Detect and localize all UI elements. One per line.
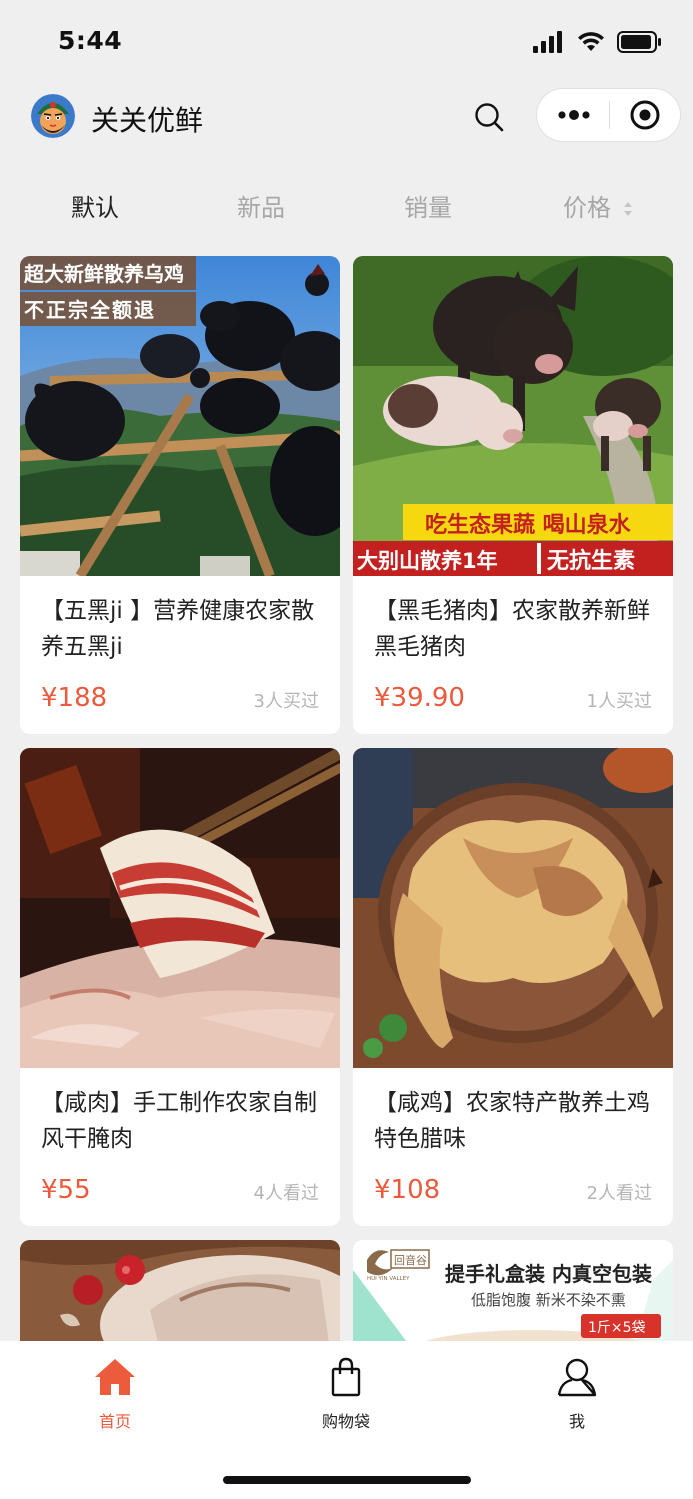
product-stat: 3人买过	[253, 691, 319, 712]
product-stat: 2人看过	[586, 1183, 652, 1204]
product-price: ¥39.90	[374, 683, 465, 713]
product-banner-line: 1斤×5袋	[588, 1320, 646, 1336]
tab-shopping-bag[interactable]: 购物袋	[286, 1355, 406, 1435]
product-image: 超大新鲜散养乌鸡 不正宗全额退	[20, 256, 340, 576]
product-image: 吃生态果蔬 喝山泉水 大别山散养1年 无抗生素	[353, 256, 673, 576]
product-grid: 超大新鲜散养乌鸡 不正宗全额退 【五黑ji 】营养健康农家散养五黑ji ¥188…	[0, 0, 693, 1499]
product-banner-line: 不正宗全额退	[24, 298, 156, 322]
product-title: 【咸肉】手工制作农家自制风干腌肉	[41, 1090, 317, 1152]
product-banner-line: 提手礼盒装 内真空包装	[445, 1262, 652, 1286]
product-title: 【五黑ji 】营养健康农家散养五黑ji	[41, 598, 315, 660]
product-image	[20, 748, 340, 1068]
tab-shopping-bag-label: 购物袋	[321, 1412, 370, 1431]
product-card[interactable]	[20, 1240, 340, 1350]
product-image	[353, 748, 673, 1068]
home-indicator	[223, 1476, 471, 1484]
product-image	[20, 1240, 340, 1350]
product-stat: 1人买过	[586, 691, 652, 712]
product-banner-line: 低脂饱腹 新米不染不熏	[471, 1291, 626, 1309]
product-stat: 4人看过	[253, 1183, 319, 1204]
product-banner-line: 吃生态果蔬 喝山泉水	[425, 512, 632, 538]
product-card[interactable]: 吃生态果蔬 喝山泉水 大别山散养1年 无抗生素 【黑毛猪肉】农家散养新鲜黑毛猪肉…	[353, 256, 673, 734]
product-image: 回音谷 HUI YIN VALLEY 提手礼盒装 内真空包装 低脂饱腹 新米不染…	[353, 1240, 673, 1350]
brand-name: 回音谷	[394, 1253, 427, 1267]
product-title: 【黑毛猪肉】农家散养新鲜黑毛猪肉	[374, 598, 650, 660]
shopping-bag-icon	[331, 1357, 361, 1397]
tab-me[interactable]: 我	[517, 1355, 637, 1435]
product-card[interactable]: 回音谷 HUI YIN VALLEY 提手礼盒装 内真空包装 低脂饱腹 新米不染…	[353, 1240, 673, 1350]
product-card[interactable]: 超大新鲜散养乌鸡 不正宗全额退 【五黑ji 】营养健康农家散养五黑ji ¥188…	[20, 256, 340, 734]
home-icon	[95, 1359, 135, 1395]
product-banner-line: 无抗生素	[547, 548, 635, 574]
product-price: ¥188	[41, 683, 108, 713]
product-price: ¥108	[374, 1175, 441, 1205]
product-title: 【咸鸡】农家特产散养土鸡特色腊味	[374, 1090, 650, 1152]
brand-subtitle: HUI YIN VALLEY	[367, 1276, 410, 1282]
product-banner-line: 超大新鲜散养乌鸡	[23, 262, 184, 286]
bottom-tab-bar: 首页 购物袋 我	[0, 1341, 693, 1499]
product-card[interactable]: 【咸鸡】农家特产散养土鸡特色腊味 ¥108 2人看过	[353, 748, 673, 1226]
user-icon	[557, 1358, 597, 1397]
product-price: ¥55	[41, 1175, 91, 1205]
tab-me-label: 我	[568, 1412, 585, 1431]
tab-home[interactable]: 首页	[55, 1355, 175, 1435]
product-card[interactable]: 【咸肉】手工制作农家自制风干腌肉 ¥55 4人看过	[20, 748, 340, 1226]
product-banner-line: 大别山散养1年	[357, 549, 498, 573]
tab-home-label: 首页	[98, 1412, 131, 1431]
